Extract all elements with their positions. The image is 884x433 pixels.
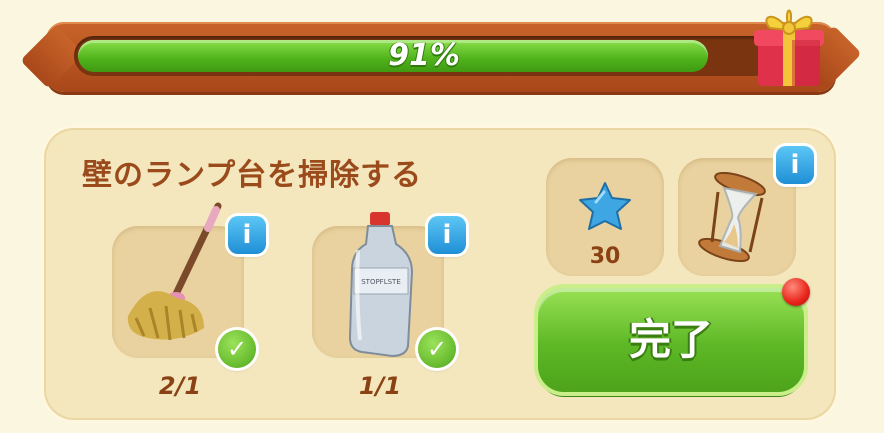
progress-bar-frame: 91% [46, 22, 836, 92]
bottle-icon: STOPFLSTE [348, 212, 414, 358]
gift-box-icon[interactable] [752, 0, 826, 90]
star-reward-amount: 30 [589, 244, 621, 269]
task-title: 壁のランプ台を掃除する [82, 158, 423, 193]
bottle-info-button[interactable]: i [428, 216, 466, 254]
svg-text:STOPFLSTE: STOPFLSTE [361, 278, 401, 286]
blue-star-icon [579, 182, 631, 230]
complete-button[interactable]: 完了 [538, 288, 804, 392]
progress-track: 91% [74, 36, 774, 76]
mop-icon [127, 202, 222, 341]
mop-complete-check-icon: ✓ [218, 330, 256, 368]
hourglass-info-button[interactable]: i [776, 146, 814, 184]
bottle-complete-check-icon: ✓ [418, 330, 456, 368]
hourglass-icon [698, 172, 766, 263]
notification-dot [782, 278, 810, 306]
progress-label: 91% [388, 38, 460, 73]
mop-info-button[interactable]: i [228, 216, 266, 254]
mop-count: 2/1 [158, 372, 202, 400]
bottle-count: 1/1 [358, 372, 402, 400]
